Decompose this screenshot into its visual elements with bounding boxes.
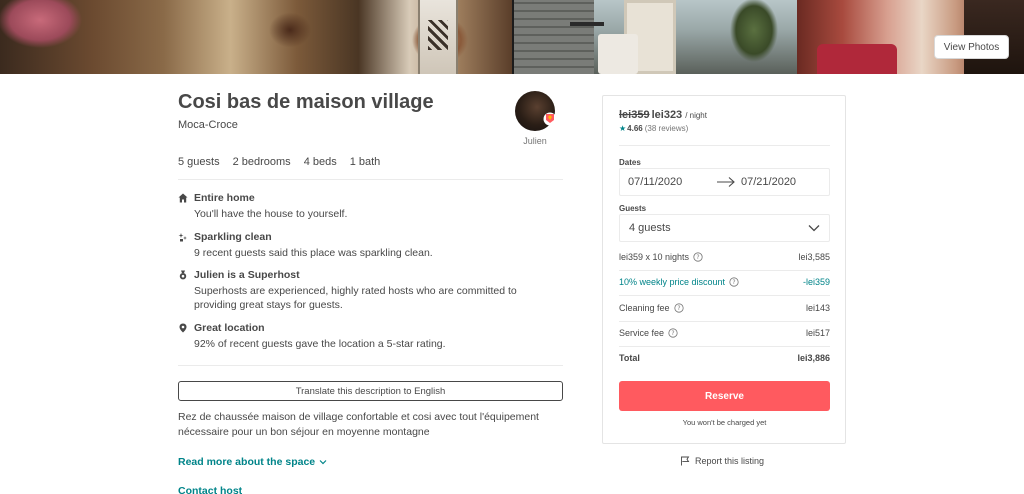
svg-text:?: ? — [671, 330, 674, 337]
chevron-down-icon — [808, 225, 820, 232]
divider — [178, 179, 563, 180]
service-fee-line: Service fee ? lei517 — [619, 328, 830, 342]
info-icon[interactable]: ? — [673, 303, 684, 313]
star-icon: ★ — [619, 124, 627, 133]
total-value: lei3,886 — [797, 353, 830, 363]
stone-wall-detail — [514, 0, 594, 74]
line-value: lei3,585 — [798, 252, 830, 262]
discounted-price: lei323 — [651, 109, 683, 121]
flag-icon — [681, 456, 690, 466]
arrow-right-icon — [717, 177, 735, 187]
photo-terrace[interactable] — [514, 0, 797, 74]
total-line: Total lei3,886 — [619, 353, 830, 367]
rating-row[interactable]: ★ 4.66 (38 reviews) — [619, 124, 688, 133]
discount-line: 10% weekly price discount ? -lei359 — [619, 277, 830, 291]
original-price: lei359 — [619, 109, 650, 121]
line-value: lei143 — [805, 303, 830, 313]
listing-description: Rez de chaussée maison de village confor… — [178, 411, 539, 438]
line-label: 10% weekly price discount — [619, 277, 726, 287]
booking-card: lei359 lei323 / night ★ 4.66 (38 reviews… — [602, 95, 846, 444]
info-icon[interactable]: ? — [668, 328, 678, 338]
divider — [619, 295, 830, 296]
translate-description-button[interactable]: Translate this description to English — [178, 381, 563, 401]
divider — [178, 365, 563, 366]
listing-specs: 5 guests 2 bedrooms 4 beds 1 bath — [178, 156, 393, 168]
read-more-label: Read more about the space — [178, 456, 316, 468]
plant-detail — [724, 0, 784, 74]
line-label: Cleaning fee — [619, 303, 670, 313]
divider — [619, 346, 830, 347]
svg-text:?: ? — [677, 305, 680, 312]
highlight-title: Sparkling clean — [194, 231, 272, 243]
report-label: Report this listing — [695, 456, 765, 466]
read-more-link[interactable]: Read more about the space — [178, 456, 327, 468]
review-count: (38 reviews) — [644, 124, 689, 133]
spec-baths: 1 bath — [349, 156, 381, 168]
rating-score: 4.66 — [627, 124, 643, 133]
medal-icon — [179, 270, 187, 280]
nightly-rate-line: lei359 x 10 nights ? lei3,585 — [619, 252, 830, 266]
report-listing-link[interactable]: Report this listing — [680, 456, 764, 466]
divider — [619, 321, 830, 322]
sofa-detail — [817, 44, 897, 74]
highlight-title: Julien is a Superhost — [194, 269, 300, 281]
host-name[interactable]: Julien — [515, 136, 555, 146]
per-night-label: / night — [685, 111, 707, 120]
no-charge-note: You won't be charged yet — [682, 418, 767, 427]
highlight-title: Great location — [194, 322, 265, 334]
sparkle-icon — [178, 233, 187, 242]
table-detail — [570, 22, 604, 26]
location-pin-icon — [179, 323, 187, 333]
listing-location[interactable]: Moca-Croce — [178, 119, 238, 131]
photo-gallery[interactable] — [0, 0, 1024, 74]
svg-text:?: ? — [732, 279, 735, 286]
svg-text:?: ? — [696, 254, 699, 261]
highlight-desc: 9 recent guests said this place was spar… — [194, 247, 433, 259]
guests-dropdown[interactable]: 4 guests — [619, 214, 830, 242]
view-photos-button[interactable]: View Photos — [934, 35, 1009, 59]
divider — [619, 270, 830, 271]
spec-guests: 5 guests — [178, 156, 220, 168]
line-label: lei359 x 10 nights — [619, 252, 690, 262]
highlight-desc: You'll have the house to yourself. — [194, 208, 348, 220]
spec-beds: 4 beds — [303, 156, 337, 168]
guests-label: Guests — [619, 204, 647, 213]
chevron-down-icon — [319, 460, 327, 465]
dates-label: Dates — [619, 158, 641, 167]
info-icon[interactable]: ? — [693, 252, 703, 262]
info-icon[interactable]: ? — [729, 277, 739, 287]
spec-bedrooms: 2 bedrooms — [232, 156, 291, 168]
price-row: lei359 lei323 / night — [619, 109, 707, 121]
total-label: Total — [619, 353, 640, 363]
line-value: -lei359 — [802, 277, 830, 287]
reserve-button[interactable]: Reserve — [619, 381, 830, 411]
check-in-date[interactable]: 07/11/2020 — [628, 176, 682, 188]
check-out-date[interactable]: 07/21/2020 — [741, 176, 796, 188]
listing-title: Cosi bas de maison village — [178, 91, 434, 113]
cleaning-fee-line: Cleaning fee ? lei143 — [619, 303, 830, 317]
chair-detail — [598, 34, 638, 74]
divider — [619, 145, 830, 146]
guests-value: 4 guests — [629, 222, 671, 234]
superhost-badge-icon — [543, 112, 557, 126]
home-icon — [178, 193, 188, 203]
line-label: Service fee — [619, 328, 665, 338]
line-value: lei517 — [805, 328, 830, 338]
lantern-detail — [418, 0, 458, 74]
highlight-desc: Superhosts are experienced, highly rated… — [194, 285, 517, 311]
contact-host-link[interactable]: Contact host — [178, 485, 242, 494]
photo-living-room[interactable] — [0, 0, 512, 74]
highlight-title: Entire home — [194, 192, 255, 204]
dates-picker[interactable]: 07/11/2020 07/21/2020 — [619, 168, 830, 196]
highlight-desc: 92% of recent guests gave the location a… — [194, 338, 446, 350]
